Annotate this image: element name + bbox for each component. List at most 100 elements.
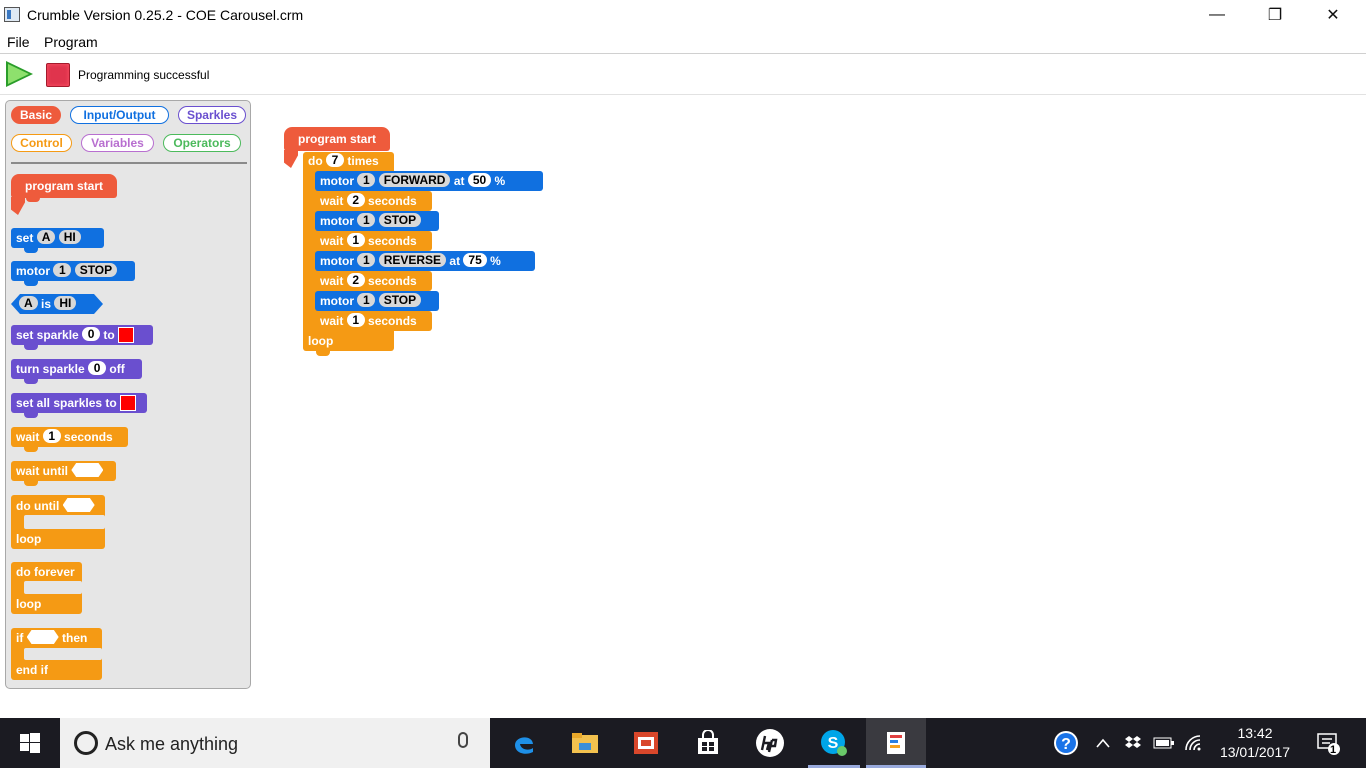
palette-is-block[interactable]: A is HI — [11, 294, 103, 314]
palette-set-block[interactable]: set A HI — [11, 228, 104, 248]
motor-speed-slot[interactable]: 50 — [467, 173, 492, 187]
block-notch — [24, 447, 38, 452]
skype-icon[interactable]: S — [808, 718, 860, 768]
wait-number-slot[interactable]: 1 — [42, 429, 61, 443]
folder-icon — [572, 733, 598, 753]
motor-direction-slot[interactable]: STOP — [74, 263, 118, 277]
script-step-1-motor[interactable]: motor 1 FORWARD at 50 % — [315, 171, 543, 191]
block-label: do until — [16, 499, 60, 513]
motor-speed-slot[interactable]: 75 — [463, 253, 487, 267]
condition-slot[interactable] — [71, 463, 104, 477]
tab-variables[interactable]: Variables — [81, 134, 154, 152]
sparkle-number-slot[interactable]: 0 — [82, 327, 101, 341]
file-explorer-icon[interactable] — [557, 718, 613, 768]
tab-operators[interactable]: Operators — [163, 134, 241, 152]
block-palette: Basic Input/Output Sparkles Control Vari… — [5, 100, 251, 689]
var-slot[interactable]: A — [19, 296, 38, 310]
motor-number-slot[interactable]: 1 — [357, 293, 376, 307]
script-program-start-block[interactable]: program start — [284, 127, 390, 151]
hp-app-icon[interactable] — [742, 718, 798, 768]
script-step-6-wait[interactable]: wait 2 seconds — [315, 271, 432, 291]
colour-swatch[interactable] — [120, 395, 137, 411]
maximize-button[interactable]: ❐ — [1252, 0, 1298, 30]
svg-text:?: ? — [1061, 736, 1071, 753]
battery-icon[interactable] — [1152, 718, 1176, 768]
block-label: if — [16, 631, 24, 645]
block-label: loop — [16, 597, 42, 611]
motor-number-slot[interactable]: 1 — [357, 213, 376, 227]
hat-tail — [11, 197, 25, 215]
palette-wait-until-block[interactable]: wait until — [11, 461, 116, 481]
script-step-8-wait[interactable]: wait 1 seconds — [315, 311, 432, 331]
block-notch — [24, 481, 38, 486]
script-step-2-wait[interactable]: wait 2 seconds — [315, 191, 432, 211]
help-icon[interactable]: ? — [1050, 718, 1082, 768]
tab-control[interactable]: Control — [11, 134, 72, 152]
clock-date: 13/01/2017 — [1219, 744, 1291, 760]
status-message: Programming successful — [78, 68, 210, 82]
script-step-4-wait[interactable]: wait 1 seconds — [315, 231, 432, 251]
menu-program[interactable]: Program — [44, 34, 98, 50]
repeat-count-slot[interactable]: 7 — [326, 153, 345, 167]
shopping-bag-icon — [698, 730, 718, 754]
script-step-5-motor[interactable]: motor 1 REVERSE at 75 % — [315, 251, 535, 271]
action-center-icon[interactable]: 1 — [1308, 718, 1348, 768]
script-step-3-motor[interactable]: motor 1 STOP — [315, 211, 439, 231]
cortana-search-box[interactable]: Ask me anything — [60, 718, 490, 768]
condition-slot[interactable] — [26, 630, 59, 644]
block-label: loop — [308, 334, 334, 348]
edge-browser-icon[interactable] — [496, 718, 552, 768]
block-notch — [24, 248, 38, 253]
run-program-icon[interactable] — [6, 61, 33, 87]
store-icon[interactable] — [680, 718, 736, 768]
minimize-button[interactable]: — — [1194, 0, 1240, 30]
script-step-7-motor[interactable]: motor 1 STOP — [315, 291, 439, 311]
show-hidden-icons-icon[interactable] — [1092, 718, 1114, 768]
close-button[interactable]: ✕ — [1310, 0, 1356, 30]
wait-number-slot[interactable]: 2 — [346, 273, 365, 287]
wait-number-slot[interactable]: 1 — [346, 313, 365, 327]
block-label: off — [109, 362, 125, 376]
value-slot[interactable]: HI — [58, 230, 81, 244]
microphone-icon[interactable] — [458, 732, 468, 748]
wait-number-slot[interactable]: 1 — [346, 233, 365, 247]
stop-program-icon[interactable] — [46, 63, 70, 87]
motor-number-slot[interactable]: 1 — [53, 263, 72, 277]
block-label: to — [103, 328, 115, 342]
dropbox-icon[interactable] — [1122, 718, 1144, 768]
block-label: turn sparkle — [16, 362, 85, 376]
crumble-taskbar-icon[interactable] — [866, 718, 926, 768]
palette-set-sparkle-block[interactable]: set sparkle 0 to — [11, 325, 153, 345]
start-button[interactable] — [0, 718, 60, 768]
palette-turn-sparkle-block[interactable]: turn sparkle 0 off — [11, 359, 142, 379]
palette-set-all-sparkles-block[interactable]: set all sparkles to — [11, 393, 147, 413]
colour-swatch[interactable] — [118, 327, 135, 343]
script-canvas[interactable]: program start do 7 times loop motor 1 FO… — [256, 96, 1366, 716]
block-notch — [316, 351, 330, 356]
tab-basic[interactable]: Basic — [11, 106, 61, 124]
var-slot[interactable]: A — [36, 230, 56, 244]
condition-slot[interactable] — [62, 498, 95, 512]
motor-direction-slot[interactable]: STOP — [378, 213, 422, 227]
wait-number-slot[interactable]: 2 — [346, 193, 365, 207]
wifi-icon[interactable] — [1182, 718, 1206, 768]
value-slot[interactable]: HI — [54, 296, 76, 310]
block-label: % — [494, 174, 506, 188]
menu-file[interactable]: File — [7, 34, 30, 50]
palette-wait-block[interactable]: wait 1 seconds — [11, 427, 128, 447]
notification-count: 1 — [1330, 744, 1337, 756]
motor-direction-slot[interactable]: STOP — [378, 293, 422, 307]
motor-direction-slot[interactable]: FORWARD — [378, 173, 451, 187]
palette-motor-block[interactable]: motor 1 STOP — [11, 261, 135, 281]
motor-number-slot[interactable]: 1 — [357, 253, 376, 267]
crumble-app-icon — [887, 732, 905, 754]
sparkle-number-slot[interactable]: 0 — [88, 361, 107, 375]
c-block-mouth — [24, 515, 105, 529]
tab-sparkles[interactable]: Sparkles — [178, 106, 246, 124]
tab-input-output[interactable]: Input/Output — [70, 106, 169, 124]
motor-number-slot[interactable]: 1 — [357, 173, 376, 187]
app-ec-icon[interactable] — [618, 718, 674, 768]
system-clock[interactable]: 13:42 13/01/2017 — [1208, 724, 1302, 762]
palette-program-start-block[interactable]: program start — [11, 174, 117, 198]
motor-direction-slot[interactable]: REVERSE — [378, 253, 447, 267]
